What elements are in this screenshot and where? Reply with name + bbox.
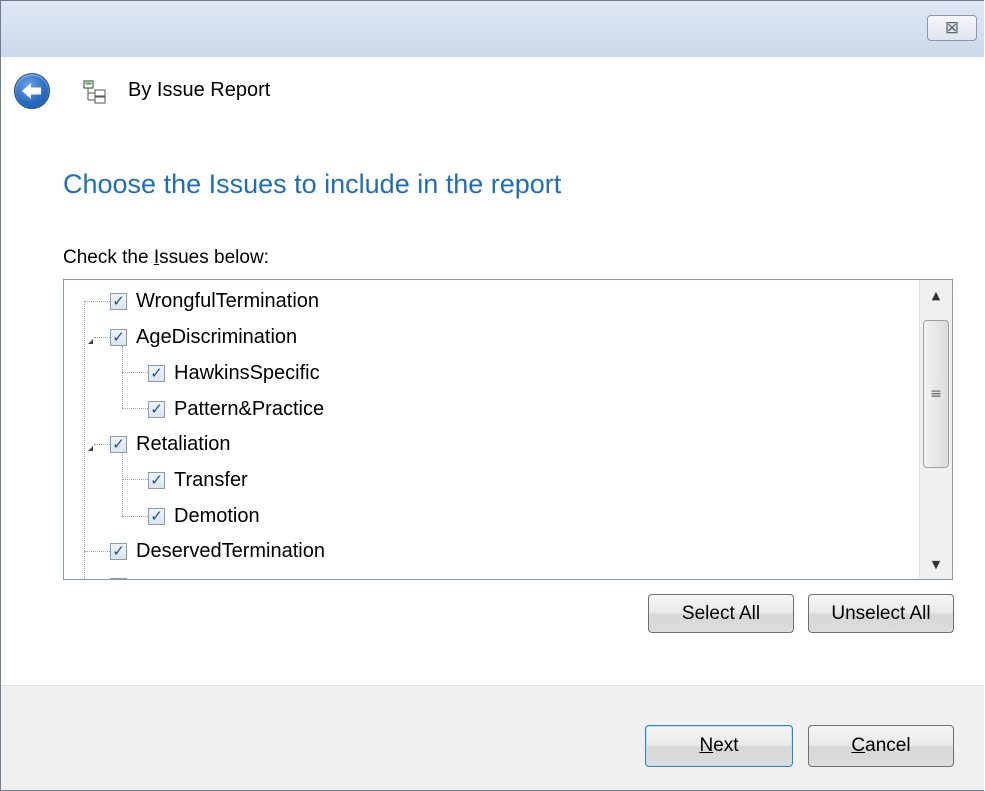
collapse-expander-icon[interactable]: [88, 441, 93, 451]
arrow-down-icon: ▼: [931, 557, 941, 571]
title-bar: ⊠: [1, 1, 984, 57]
tree-node-wrongfultermination[interactable]: ✓ WrongfulTermination: [110, 286, 319, 316]
close-icon: ⊠: [944, 17, 960, 38]
tree-connector: [122, 516, 148, 517]
tree-connector: [84, 551, 110, 552]
tree-node-partial: [110, 571, 136, 579]
unselect-all-button[interactable]: Unselect All: [808, 594, 954, 633]
checkbox: [110, 577, 127, 579]
tree-connector: [122, 372, 148, 373]
grip-icon: ≡: [930, 386, 942, 402]
label-suffix: ssues below:: [159, 247, 269, 268]
tree-node-hawkinsspecific[interactable]: ✓ HawkinsSpecific: [148, 358, 320, 388]
tree-node-label: Demotion: [174, 504, 260, 527]
issues-tree[interactable]: ✓ WrongfulTermination ✓ AgeDiscriminatio…: [63, 279, 953, 580]
tree-viewport: ✓ WrongfulTermination ✓ AgeDiscriminatio…: [64, 280, 919, 579]
checkbox[interactable]: ✓: [110, 542, 127, 560]
back-arrow-icon: [22, 83, 41, 99]
tree-connector: [94, 337, 110, 338]
tree-node-label: WrongfulTermination: [136, 289, 320, 312]
tree-connector: [94, 444, 110, 445]
scroll-thumb[interactable]: ≡: [923, 320, 949, 468]
tree-node-label: HawkinsSpecific: [174, 361, 320, 384]
vertical-scrollbar[interactable]: ▲ ≡ ▼: [919, 280, 952, 579]
select-all-button[interactable]: Select All: [648, 594, 794, 633]
tree-connector: [84, 301, 110, 302]
checkbox[interactable]: ✓: [110, 328, 127, 346]
cancel-label: ancel: [865, 735, 911, 756]
collapse-expander-icon[interactable]: [88, 334, 93, 344]
close-button[interactable]: ⊠: [927, 15, 977, 41]
next-button[interactable]: Next: [645, 725, 793, 767]
cancel-button[interactable]: Cancel: [808, 725, 954, 767]
tree-node-deservedtermination[interactable]: ✓ DeservedTermination: [110, 536, 325, 566]
scroll-up-button[interactable]: ▲: [920, 280, 952, 310]
tree-node-pattern-practice[interactable]: ✓ Pattern&Practice: [148, 394, 324, 424]
page-heading: Choose the Issues to include in the repo…: [63, 169, 562, 199]
next-accelerator: N: [699, 735, 714, 756]
checkbox[interactable]: ✓: [148, 364, 165, 382]
tree-connector: [122, 453, 123, 516]
back-button[interactable]: [14, 73, 50, 109]
tree-report-icon: [83, 80, 106, 104]
cancel-accelerator: C: [851, 735, 866, 756]
tree-node-label: Retaliation: [136, 432, 231, 455]
tree-connector: [122, 479, 148, 480]
header-title: By Issue Report: [128, 79, 271, 101]
tree-node-retaliation[interactable]: ✓ Retaliation: [110, 429, 231, 459]
select-all-label: Select All: [681, 602, 761, 624]
tree-connector: [122, 346, 123, 408]
tree-connector: [84, 301, 85, 579]
label-prefix: Check the: [63, 247, 154, 268]
wizard-window: ⊠ By Issue Report Choose the Issues to i…: [0, 0, 984, 791]
tree-node-label: AgeDiscrimination: [136, 325, 298, 348]
tree-connector: [122, 408, 148, 409]
issues-list-label: Check the Issues below:: [63, 247, 269, 269]
tree-node-label: Pattern&Practice: [174, 397, 325, 420]
tree-node-transfer[interactable]: ✓ Transfer: [148, 465, 248, 495]
next-label: ext: [713, 735, 739, 756]
scroll-down-button[interactable]: ▼: [920, 549, 952, 579]
tree-node-label: Transfer: [174, 468, 248, 491]
tree-node-label: DeservedTermination: [136, 539, 325, 562]
unselect-all-label: Unselect All: [831, 602, 931, 624]
arrow-up-icon: ▲: [931, 288, 941, 302]
tree-node-demotion[interactable]: ✓ Demotion: [148, 501, 260, 531]
checkbox[interactable]: ✓: [148, 400, 165, 418]
checkbox[interactable]: ✓: [110, 292, 127, 310]
checkbox[interactable]: ✓: [148, 471, 165, 489]
checkbox[interactable]: ✓: [110, 435, 127, 453]
tree-node-agediscrimination[interactable]: ✓ AgeDiscrimination: [110, 322, 297, 352]
checkbox[interactable]: ✓: [148, 507, 165, 525]
wizard-footer: Next Cancel: [1, 685, 984, 790]
